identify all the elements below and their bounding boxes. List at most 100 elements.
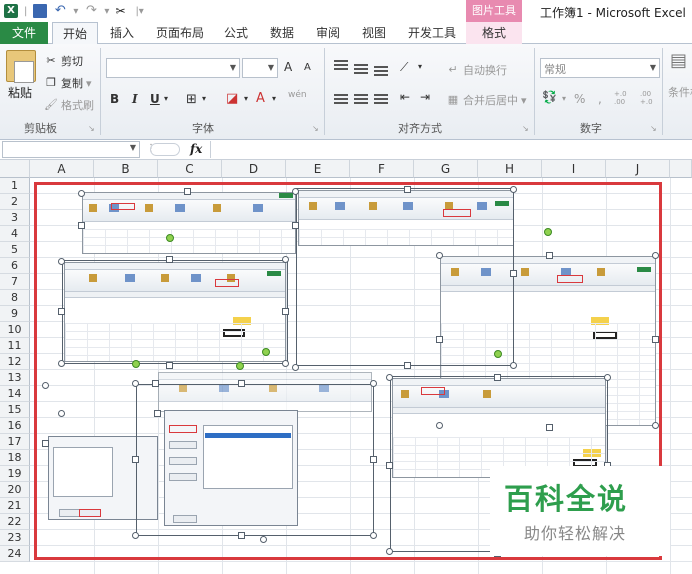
resize-handle[interactable] <box>132 532 139 539</box>
column-header[interactable]: A <box>30 160 94 178</box>
fill-color-icon[interactable]: ◪ <box>226 91 238 106</box>
font-size-combo[interactable]: ▼ <box>242 58 278 78</box>
row-header[interactable]: 13 <box>0 370 30 386</box>
undo-dropdown-icon[interactable]: ▾ <box>73 6 78 17</box>
align-right-icon[interactable] <box>374 94 388 104</box>
resize-handle[interactable] <box>436 422 443 429</box>
resize-handle[interactable] <box>238 532 245 539</box>
resize-handle[interactable] <box>404 362 411 369</box>
resize-handle[interactable] <box>510 362 517 369</box>
column-header-partial[interactable] <box>670 160 692 178</box>
resize-handle[interactable] <box>132 456 139 463</box>
select-all-corner[interactable] <box>0 160 30 178</box>
row-header[interactable]: 15 <box>0 402 30 418</box>
increase-indent-icon[interactable]: ⇥ <box>420 90 430 104</box>
resize-handle[interactable] <box>42 440 49 447</box>
row-header[interactable]: 19 <box>0 466 30 482</box>
resize-handle[interactable] <box>652 422 659 429</box>
tab-insert[interactable]: 插入 <box>106 22 138 44</box>
column-header[interactable]: I <box>542 160 606 178</box>
resize-handle[interactable] <box>166 256 173 263</box>
align-center-icon[interactable] <box>354 94 368 104</box>
shrink-font-button[interactable]: A <box>304 62 311 73</box>
row-header[interactable]: 1 <box>0 178 30 194</box>
resize-handle[interactable] <box>292 364 299 371</box>
resize-handle[interactable] <box>282 256 289 263</box>
underline-dropdown-icon[interactable]: ▾ <box>164 94 168 103</box>
column-header[interactable]: J <box>606 160 670 178</box>
resize-handle[interactable] <box>652 336 659 343</box>
save-icon[interactable] <box>33 4 48 18</box>
row-header[interactable]: 9 <box>0 306 30 322</box>
rotate-handle[interactable] <box>132 360 140 368</box>
row-header[interactable]: 4 <box>0 226 30 242</box>
resize-handle[interactable] <box>436 252 443 259</box>
row-header[interactable]: 14 <box>0 386 30 402</box>
resize-handle[interactable] <box>282 360 289 367</box>
resize-handle[interactable] <box>370 380 377 387</box>
align-top-icon[interactable] <box>334 60 348 70</box>
column-header[interactable]: C <box>158 160 222 178</box>
resize-handle[interactable] <box>154 410 161 417</box>
row-header[interactable]: 5 <box>0 242 30 258</box>
borders-dropdown-icon[interactable]: ▾ <box>202 94 206 103</box>
font-color-dropdown-icon[interactable]: ▾ <box>272 94 276 103</box>
resize-handle[interactable] <box>386 548 393 555</box>
decrease-indent-icon[interactable]: ⇤ <box>400 90 410 104</box>
row-header[interactable]: 11 <box>0 338 30 354</box>
row-header[interactable]: 18 <box>0 450 30 466</box>
percent-style-button[interactable]: % <box>574 92 585 106</box>
resize-handle[interactable] <box>494 374 501 381</box>
resize-handle[interactable] <box>604 374 611 381</box>
cut-button[interactable]: ✂ 剪切 <box>44 53 83 69</box>
row-header[interactable]: 8 <box>0 290 30 306</box>
tab-formulas[interactable]: 公式 <box>220 22 252 44</box>
column-header[interactable]: B <box>94 160 158 178</box>
bold-button[interactable]: B <box>110 92 119 106</box>
row-header[interactable]: 17 <box>0 434 30 450</box>
row-header[interactable]: 16 <box>0 418 30 434</box>
customize-qat-icon[interactable]: ✂ <box>115 4 129 18</box>
resize-handle[interactable] <box>370 532 377 539</box>
format-painter-button[interactable]: 🖌 格式刷 <box>44 97 94 113</box>
cancel-enter-icon[interactable] <box>150 143 180 156</box>
number-launcher-icon[interactable]: ↘ <box>650 124 657 133</box>
underline-button[interactable]: U <box>150 92 160 106</box>
rotate-handle[interactable] <box>262 348 270 356</box>
paste-button[interactable]: 粘贴 <box>8 84 32 101</box>
conditional-formatting-icon[interactable]: ▤ <box>670 50 687 71</box>
orientation-dropdown-icon[interactable]: ▾ <box>418 62 422 71</box>
qat-more-icon[interactable]: |▾ <box>135 6 143 17</box>
resize-handle[interactable] <box>58 410 65 417</box>
resize-handle[interactable] <box>292 188 299 195</box>
resize-handle[interactable] <box>386 374 393 381</box>
conditional-formatting-label[interactable]: 条件格 <box>668 84 692 100</box>
orientation-icon[interactable]: ⟋ <box>400 60 408 75</box>
tab-review[interactable]: 审阅 <box>312 22 344 44</box>
currency-dropdown-icon[interactable]: ▾ <box>562 94 566 103</box>
row-header[interactable]: 7 <box>0 274 30 290</box>
tab-developer[interactable]: 开发工具 <box>404 22 460 44</box>
row-header[interactable]: 3 <box>0 210 30 226</box>
resize-handle[interactable] <box>42 382 49 389</box>
align-middle-icon[interactable] <box>354 64 368 74</box>
row-header[interactable]: 22 <box>0 514 30 530</box>
resize-handle[interactable] <box>58 360 65 367</box>
name-box[interactable]: ▼ <box>2 141 140 158</box>
fill-color-dropdown-icon[interactable]: ▾ <box>244 94 248 103</box>
tab-home[interactable]: 开始 <box>52 22 98 45</box>
resize-handle[interactable] <box>152 380 159 387</box>
resize-handle[interactable] <box>260 536 267 543</box>
tab-data[interactable]: 数据 <box>266 22 298 44</box>
font-color-icon[interactable]: A <box>256 91 265 106</box>
rotate-handle[interactable] <box>494 350 502 358</box>
chevron-down-icon[interactable]: ▼ <box>130 143 136 152</box>
resize-handle[interactable] <box>58 258 65 265</box>
increase-decimal-button[interactable]: +.0 .00 <box>614 90 634 106</box>
insert-function-button[interactable]: fx <box>190 142 202 156</box>
resize-handle[interactable] <box>546 252 553 259</box>
resize-handle[interactable] <box>546 424 553 431</box>
undo-icon[interactable]: ↶ <box>53 4 67 18</box>
column-header[interactable]: E <box>286 160 350 178</box>
pasted-screenshot-image[interactable] <box>82 192 296 254</box>
